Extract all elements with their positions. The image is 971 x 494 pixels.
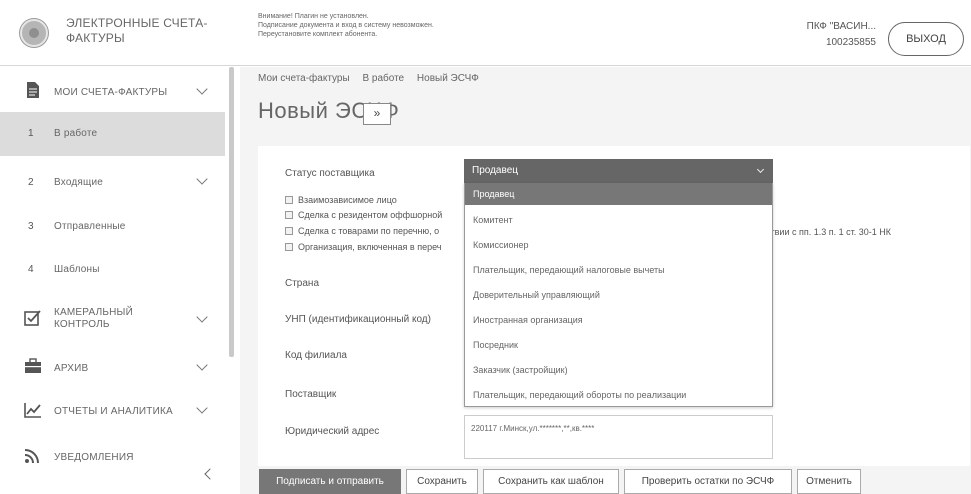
dropdown-option[interactable]: Продавец <box>465 183 772 205</box>
chevron-down-icon <box>196 83 208 95</box>
briefcase-icon <box>25 358 41 373</box>
sidebar-item-label: УВЕДОМЛЕНИЯ <box>54 452 134 463</box>
chevron-down-icon <box>756 165 765 174</box>
sidebar-item-incoming[interactable]: 2 Входящие <box>0 168 225 198</box>
checkbox[interactable] <box>285 243 293 251</box>
checkbox-label: Сделка с резидентом оффшорной <box>298 210 443 220</box>
checkbox-offshore[interactable]: Сделка с резидентом оффшорной <box>285 210 442 220</box>
checkbox-label: Взаимозависимое лицо <box>298 195 397 205</box>
sidebar-item-label: КАМЕРАЛЬНЫЙ КОНТРОЛЬ <box>54 307 133 330</box>
user-name: ПКФ "ВАСИН... <box>806 21 876 32</box>
sidebar-item-label: ОТЧЕТЫ И АНАЛИТИКА <box>54 406 173 417</box>
sidebar-item-label: МОИ СЧЕТА-ФАКТУРЫ <box>54 87 168 98</box>
breadcrumb-item: Новый ЭСЧФ <box>416 73 479 84</box>
chevron-down-icon <box>196 311 208 323</box>
cancel-button[interactable]: Отменить <box>797 469 861 494</box>
dropdown-option[interactable]: Комиссионер <box>465 233 772 257</box>
supplier-status-label: Статус поставщика <box>285 168 375 179</box>
sidebar-item-templates[interactable]: 4 Шаблоны <box>0 255 225 285</box>
sidebar-item-label: АРХИВ <box>54 363 89 374</box>
legal-address-field[interactable]: 220117 г.Минск,ул.*******,**,кв.**** <box>464 415 773 459</box>
dropdown-option[interactable]: Комитент <box>465 208 772 232</box>
chart-icon <box>24 403 41 418</box>
breadcrumb-item[interactable]: В работе <box>362 73 404 84</box>
sidebar-item-label: Отправленные <box>54 221 126 232</box>
dropdown-option[interactable]: Заказчик (застройщик) <box>465 358 772 382</box>
dropdown-option[interactable]: Плательщик, передающий обороты по реализ… <box>465 383 772 407</box>
sign-and-send-button[interactable]: Подписать и отправить <box>259 469 401 494</box>
sidebar-item-label: В работе <box>54 128 98 139</box>
warning-line: Внимание! Плагин не установлен. <box>258 13 369 20</box>
plugin-warning: Внимание! Плагин не установлен. Подписан… <box>258 12 528 39</box>
sidebar-item-notifications[interactable]: УВЕДОМЛЕНИЯ <box>0 442 225 472</box>
expand-button[interactable]: » <box>363 103 391 125</box>
app-title: ЭЛЕКТРОННЫЕ СЧЕТА-ФАКТУРЫ <box>66 16 208 45</box>
chevron-down-icon <box>196 173 208 185</box>
warning-line: Переустановите комплект абонента. <box>258 31 378 38</box>
unp-label: УНП (идентификационный код) <box>285 314 431 325</box>
legal-address-label: Юридический адрес <box>285 426 380 437</box>
sidebar-item-label: Входящие <box>54 177 104 188</box>
sidebar-item-in-work[interactable]: 1 В работе <box>0 112 225 156</box>
save-as-template-button[interactable]: Сохранить как шаблон <box>483 469 619 494</box>
sidebar-item-label: Шаблоны <box>54 264 100 275</box>
select-value: Продавец <box>472 165 518 176</box>
supplier-status-select[interactable]: Продавец <box>464 159 773 183</box>
sidebar-item-desk-control[interactable]: КАМЕРАЛЬНЫЙ КОНТРОЛЬ <box>0 302 225 336</box>
chevron-down-icon <box>196 359 208 371</box>
dropdown-option[interactable]: Доверительный управляющий <box>465 283 772 307</box>
checkbox-organization[interactable]: Организация, включенная в переч <box>285 242 441 252</box>
checkbox-label: Организация, включенная в переч <box>298 242 442 252</box>
dropdown-option[interactable]: Посредник <box>465 333 772 357</box>
sidebar-item-sent[interactable]: 3 Отправленные <box>0 212 225 242</box>
breadcrumb: Мои счета-фактуры В работе Новый ЭСЧФ <box>258 73 489 84</box>
document-icon <box>27 82 39 98</box>
app-logo <box>20 19 48 47</box>
logout-button[interactable]: ВЫХОД <box>888 22 964 56</box>
sidebar-item-reports[interactable]: ОТЧЕТЫ И АНАЛИТИКА <box>0 396 225 426</box>
save-button[interactable]: Сохранить <box>406 469 478 494</box>
breadcrumb-item[interactable]: Мои счета-фактуры <box>258 73 350 84</box>
sidebar-item-number: 4 <box>28 264 34 275</box>
checkbox-related-party[interactable]: Взаимозависимое лицо <box>285 195 397 205</box>
checkbox-label: Сделка с товарами по перечню, о <box>298 226 440 236</box>
checkbox-goods-list[interactable]: Сделка с товарами по перечню, о <box>285 226 439 236</box>
sidebar-item-number: 1 <box>28 128 34 139</box>
rss-icon <box>24 449 39 464</box>
sidebar-item-my-invoices[interactable]: МОИ СЧЕТА-ФАКТУРЫ <box>0 76 225 106</box>
status-dropdown: Продавец Комитент Комиссионер Плательщик… <box>464 183 773 407</box>
check-box-icon <box>24 310 41 326</box>
chevron-down-icon <box>196 402 208 414</box>
checkbox[interactable] <box>285 227 293 235</box>
sidebar-item-number: 3 <box>28 221 34 232</box>
check-balance-button[interactable]: Проверить остатки по ЭСЧФ <box>624 469 792 494</box>
user-id: 100235855 <box>825 37 876 48</box>
sidebar-scrollbar[interactable] <box>229 67 234 357</box>
branch-code-label: Код филиала <box>285 350 347 361</box>
supplier-label: Поставщик <box>285 389 337 400</box>
checkbox[interactable] <box>285 211 293 219</box>
checkbox[interactable] <box>285 196 293 204</box>
sidebar-item-archive[interactable]: АРХИВ <box>0 352 225 382</box>
warning-line: Подписание документа и вход в систему не… <box>258 22 434 29</box>
country-label: Страна <box>285 278 320 289</box>
dropdown-option[interactable]: Иностранная организация <box>465 308 772 332</box>
sidebar-item-number: 2 <box>28 177 34 188</box>
dropdown-option[interactable]: Плательщик, передающий налоговые вычеты <box>465 258 772 282</box>
checkbox-continuation-text: тствии с пп. 1.3 п. 1 ст. 30-1 НК <box>762 227 892 237</box>
